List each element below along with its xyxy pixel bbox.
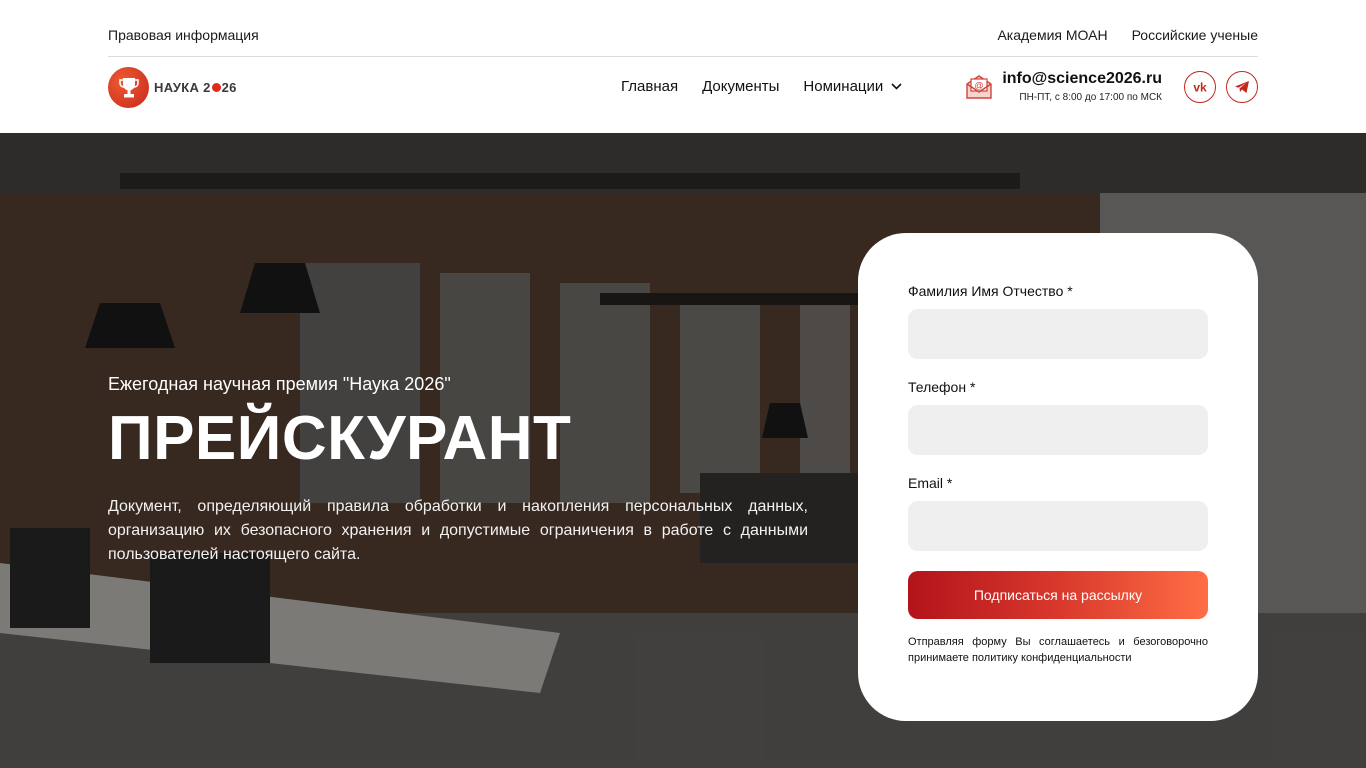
russian-scientists-link[interactable]: Российские ученые — [1132, 27, 1258, 43]
svg-text:vk: vk — [1193, 81, 1207, 93]
vk-icon[interactable]: vk — [1184, 71, 1216, 103]
trophy-icon — [108, 67, 149, 108]
logo[interactable]: НАУКА 2 26 — [108, 67, 237, 108]
nav-nominations[interactable]: Номинации — [803, 78, 902, 95]
main-nav: Главная Документы Номинации — [621, 78, 926, 95]
contact-email-link[interactable]: info@science2026.ru — [1002, 70, 1162, 88]
mail-icon: @ — [966, 75, 993, 99]
page-title: ПРЕЙСКУРАНТ — [108, 404, 572, 473]
telegram-icon[interactable] — [1226, 71, 1258, 103]
phone-label: Телефон * — [908, 379, 976, 395]
social-links: vk — [1184, 71, 1258, 103]
logo-text: НАУКА 2 26 — [154, 80, 237, 95]
logo-text-prefix: НАУКА 2 — [154, 80, 211, 95]
email-label: Email * — [908, 475, 953, 491]
academy-link[interactable]: Академия МОАН — [997, 27, 1107, 43]
subscribe-form: Фамилия Имя Отчество * Телефон * Email *… — [858, 233, 1258, 721]
subscribe-button[interactable]: Подписаться на рассылку — [908, 571, 1208, 619]
nav-nominations-label: Номинации — [803, 78, 884, 95]
nav-home[interactable]: Главная — [621, 78, 678, 95]
email-field[interactable] — [908, 501, 1208, 551]
privacy-note: Отправляя форму Вы соглашаетесь и безого… — [908, 636, 1208, 664]
phone-field[interactable] — [908, 405, 1208, 455]
hero-section: Ежегодная научная премия "Наука 2026" ПР… — [0, 133, 1366, 768]
legal-info-link[interactable]: Правовая информация — [108, 27, 259, 43]
full-name-field[interactable] — [908, 309, 1208, 359]
contact-hours: ПН-ПТ, с 8:00 до 17:00 по МСК — [1019, 92, 1162, 103]
logo-text-suffix: 26 — [221, 80, 237, 95]
logo-dot-icon — [211, 83, 221, 92]
hero-description: Документ, определяющий правила обработки… — [108, 498, 808, 563]
top-links: Академия МОАН Российские ученые — [997, 27, 1258, 43]
nav-documents-label: Документы — [702, 78, 780, 95]
nav-home-label: Главная — [621, 78, 679, 95]
main-header: НАУКА 2 26 Главная Документы Номинации @… — [108, 57, 1258, 133]
chevron-down-icon — [891, 83, 902, 90]
full-name-label: Фамилия Имя Отчество * — [908, 283, 1073, 299]
nav-documents[interactable]: Документы — [702, 78, 779, 95]
top-bar: Правовая информация Академия МОАН Россий… — [108, 0, 1258, 57]
hero-subtitle: Ежегодная научная премия "Наука 2026" — [108, 374, 451, 394]
svg-text:@: @ — [975, 81, 984, 91]
contact-block: @ info@science2026.ru ПН-ПТ, с 8:00 до 1… — [965, 70, 1162, 103]
